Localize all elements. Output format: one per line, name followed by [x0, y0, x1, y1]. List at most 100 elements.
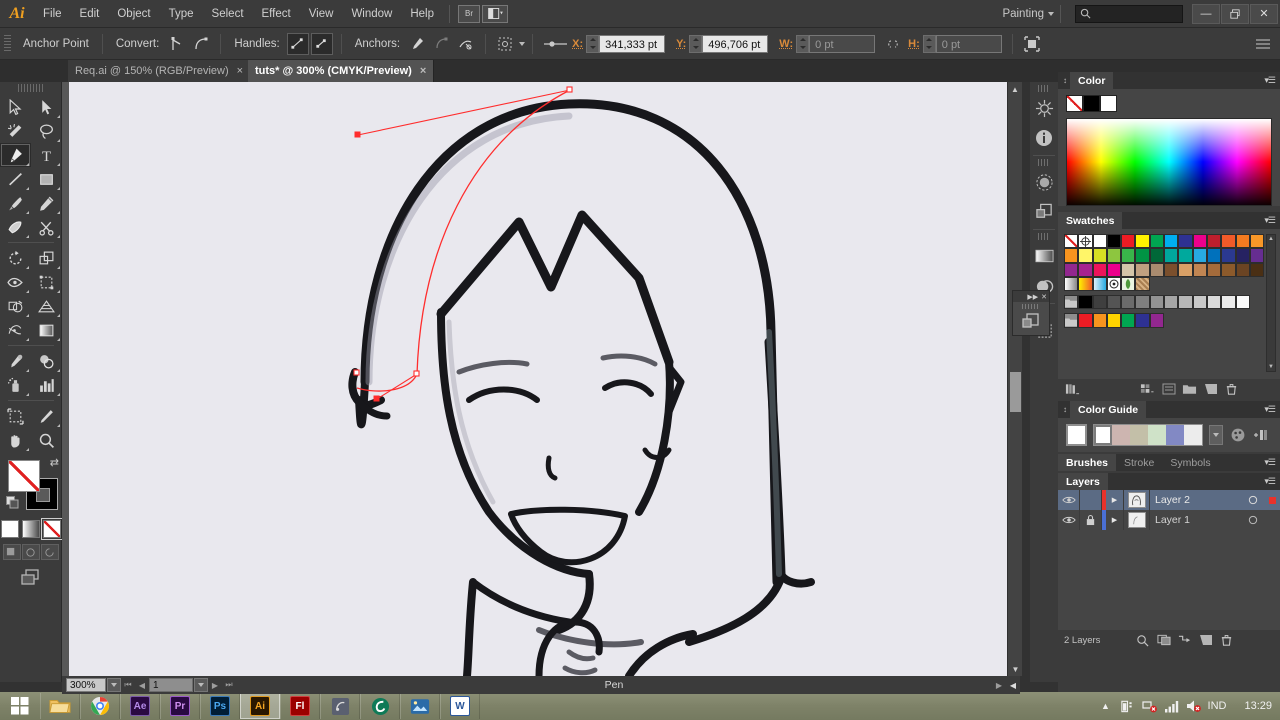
close-button[interactable]: ✕ [1250, 3, 1278, 24]
arrange-documents-icon[interactable] [482, 4, 508, 23]
swatch-lime[interactable] [1092, 248, 1107, 263]
scale-tool[interactable] [31, 246, 62, 270]
color-guide-menu-icon[interactable]: ▾☰ [1264, 404, 1276, 415]
shape-builder-tool[interactable] [0, 294, 31, 318]
zoom-level-input[interactable]: 300% [66, 678, 106, 692]
harmony-swatch-1[interactable] [1112, 425, 1131, 445]
pencil-tool[interactable] [31, 191, 62, 215]
swatch-grey-11[interactable] [1235, 295, 1250, 310]
perspective-grid-tool[interactable] [31, 294, 62, 318]
swatch-grey-0[interactable] [1078, 295, 1093, 310]
scissors-tool[interactable] [31, 215, 62, 239]
layer-lock-toggle[interactable] [1080, 510, 1102, 530]
hide-handles-icon[interactable] [310, 32, 333, 55]
close-icon[interactable]: × [420, 65, 426, 77]
swatch-grassgreen[interactable] [1121, 248, 1136, 263]
tab-swatches[interactable]: Swatches [1058, 212, 1123, 229]
rectangle-tool[interactable] [31, 167, 62, 191]
swatch-navy[interactable] [1221, 248, 1236, 263]
w-stepper[interactable] [796, 34, 810, 53]
next-page-button[interactable]: ▶ [208, 678, 222, 692]
menu-type[interactable]: Type [160, 0, 203, 28]
status-expand-button[interactable]: ▶ [992, 678, 1006, 692]
color-panel-menu-icon[interactable]: ▾☰ [1264, 75, 1276, 86]
color-panel-toggle[interactable]: ↕ [1063, 76, 1067, 85]
draw-normal-button[interactable] [2, 544, 21, 560]
workspace-switcher[interactable]: Painting [1002, 8, 1048, 20]
swatch-grey-7[interactable] [1178, 295, 1193, 310]
harmony-swatch-3[interactable] [1148, 425, 1167, 445]
convert-to-smooth-icon[interactable] [190, 33, 212, 55]
fill-chip-none[interactable] [1066, 95, 1083, 112]
last-page-button[interactable]: ⏭ [222, 678, 236, 692]
slice-tool[interactable] [31, 404, 62, 428]
swatch-caramel[interactable] [1192, 262, 1207, 277]
swatch-turquoise[interactable] [1178, 248, 1193, 263]
gradient-mode-button[interactable] [21, 520, 40, 538]
show-swatch-kinds-icon[interactable] [1139, 382, 1156, 397]
scroll-up-arrow[interactable]: ▲ [1008, 82, 1022, 96]
transform-icon[interactable] [1030, 197, 1058, 227]
swatch-pattern-leaf[interactable] [1121, 276, 1136, 292]
tab-color[interactable]: Color [1070, 72, 1114, 89]
swatch-bright-blue[interactable] [1135, 313, 1150, 328]
swatch-libraries-icon[interactable] [1064, 382, 1081, 397]
taskbar-adobe-photoshop[interactable]: Ps [200, 693, 240, 719]
tab-layers[interactable]: Layers [1058, 473, 1108, 490]
swatch-chestnut[interactable] [1206, 262, 1222, 277]
layer-visibility-toggle[interactable] [1058, 490, 1080, 510]
swatches-panel-menu-icon[interactable]: ▾☰ [1264, 215, 1276, 226]
swatch-blue[interactable] [1178, 234, 1193, 249]
swatch-plum[interactable] [1078, 262, 1093, 277]
previous-page-button[interactable]: ◀ [135, 678, 149, 692]
swatch-scroll-up[interactable]: ▲ [1267, 235, 1275, 243]
collapse-icon[interactable]: ▶▶ [1027, 293, 1038, 301]
fill-swatch[interactable] [8, 460, 40, 492]
canvas-area[interactable] [62, 82, 1020, 676]
signal-icon[interactable] [1164, 698, 1180, 714]
layer-expand-arrow[interactable]: ▶ [1106, 490, 1124, 510]
layer-target-circle[interactable] [1242, 510, 1264, 530]
free-transform-tool[interactable] [31, 270, 62, 294]
swatch-pattern-texture[interactable] [1135, 276, 1150, 292]
lasso-tool[interactable] [31, 119, 62, 143]
x-input[interactable]: 341,333 pt [599, 34, 666, 53]
width-tool[interactable] [0, 270, 31, 294]
swatch-magenta[interactable] [1192, 234, 1207, 249]
swatch-pink[interactable] [1092, 262, 1107, 277]
layer-visibility-toggle[interactable] [1058, 510, 1080, 530]
swatch-grey-10[interactable] [1221, 295, 1236, 310]
layer-expand-arrow[interactable]: ▶ [1106, 510, 1124, 530]
tab-req-ai[interactable]: Req.ai @ 150% (RGB/Preview) × [68, 60, 252, 82]
control-bar-grip[interactable] [4, 34, 11, 53]
swatch-taupe[interactable] [1149, 262, 1165, 277]
layer-name[interactable]: Layer 1 [1150, 514, 1242, 526]
make-clipping-mask-icon[interactable] [1155, 633, 1172, 648]
swatch-teal[interactable] [1164, 248, 1179, 263]
draw-behind-button[interactable] [21, 544, 40, 560]
bridge-button[interactable]: Br [458, 4, 480, 23]
tab-symbols[interactable]: Symbols [1162, 454, 1218, 471]
harmony-swatch-2[interactable] [1130, 425, 1149, 445]
swatch-hotpink[interactable] [1106, 262, 1122, 277]
eyedropper-tool[interactable] [0, 349, 31, 373]
chip-white[interactable] [1100, 95, 1117, 112]
swatch-grey-8[interactable] [1192, 295, 1207, 310]
stroke-chip-black[interactable] [1083, 95, 1100, 112]
taskbar-camtasia[interactable] [360, 693, 400, 719]
color-spectrum[interactable] [1066, 118, 1272, 206]
create-new-layer-icon[interactable] [1197, 633, 1214, 648]
isolate-selected-icon[interactable] [494, 33, 516, 55]
brushes-panel-menu-icon[interactable]: ▾☰ [1264, 457, 1276, 468]
align-anchor-icon[interactable] [541, 33, 571, 55]
swatch-bright-purple[interactable] [1149, 313, 1165, 328]
dock-grip[interactable] [1038, 85, 1050, 92]
swatch-white[interactable] [1092, 234, 1107, 249]
blob-brush-tool[interactable] [0, 215, 31, 239]
swatch-sand[interactable] [1121, 262, 1136, 277]
swatch-grey-6[interactable] [1164, 295, 1179, 310]
h-input[interactable]: 0 pt [935, 34, 1002, 53]
menu-edit[interactable]: Edit [71, 0, 109, 28]
swatch-bright-orange[interactable] [1092, 313, 1107, 328]
layers-panel-menu-icon[interactable]: ▾☰ [1264, 476, 1276, 487]
